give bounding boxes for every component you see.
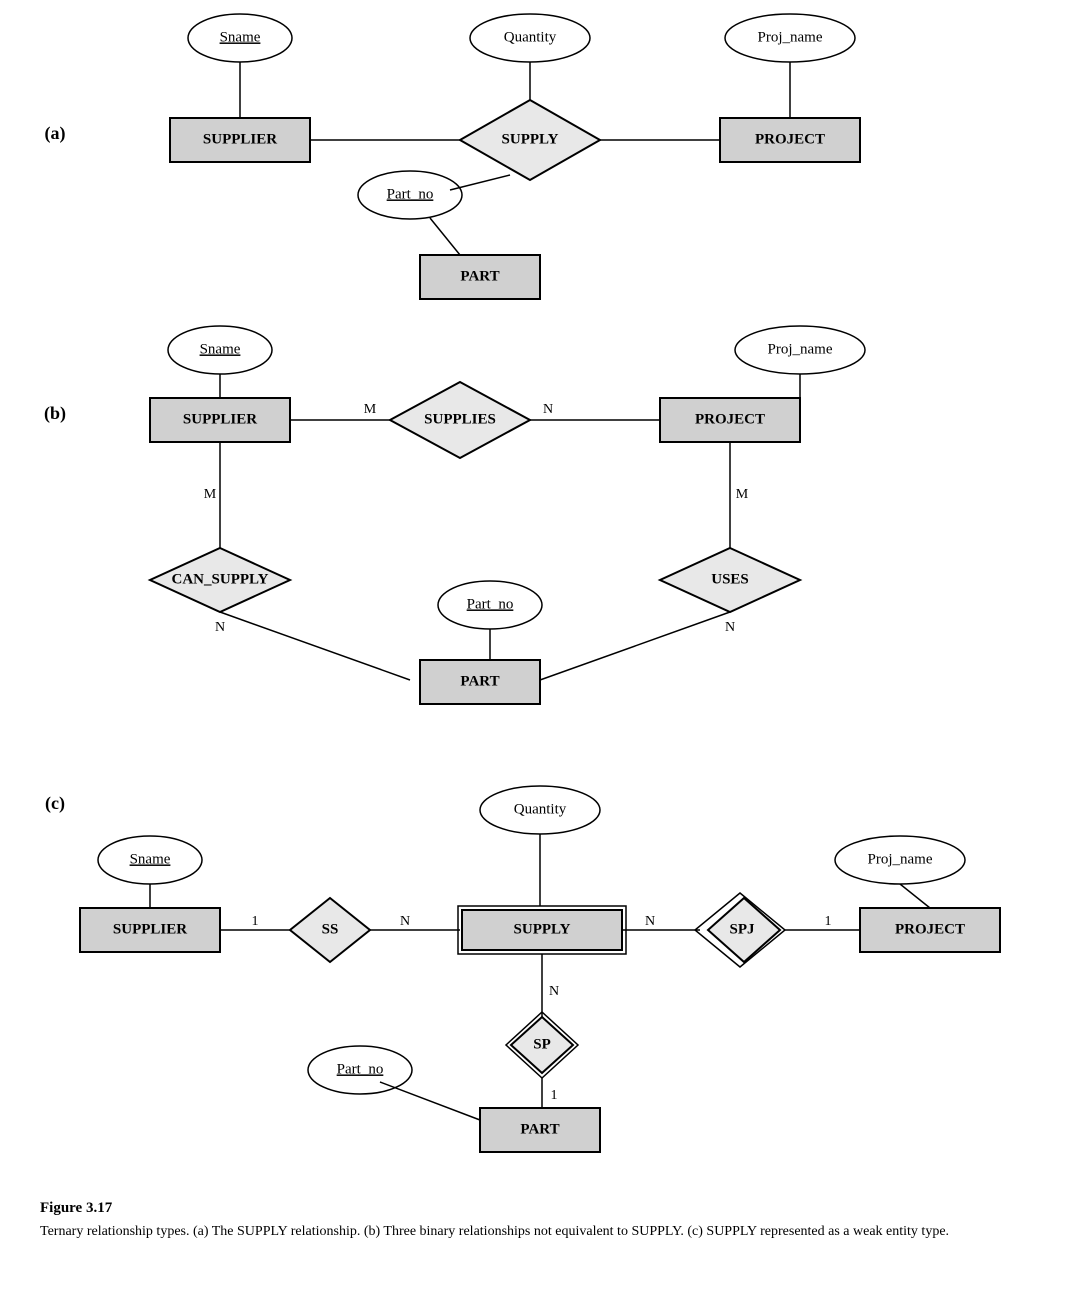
card-n-uses: N — [725, 620, 735, 635]
entity-supplier-a-text: SUPPLIER — [203, 131, 277, 147]
caption-area: Figure 3.17 Ternary relationship types. … — [0, 1190, 1080, 1262]
entity-supplier-c-text: SUPPLIER — [113, 921, 187, 937]
attr-quantity-c-text: Quantity — [514, 801, 567, 817]
label-c: (c) — [45, 793, 65, 814]
entity-part-c-text: PART — [520, 1121, 559, 1137]
attr-sname-c-text: Sname — [130, 851, 171, 867]
relation-sp-c-text: SP — [533, 1036, 551, 1052]
attr-projname-b-text: Proj_name — [768, 341, 833, 357]
relation-uses-b-text: USES — [711, 571, 749, 587]
line-partno-part-c — [380, 1082, 480, 1120]
line-projname-project-c — [900, 884, 930, 908]
line-cansupply-part — [220, 612, 410, 680]
line-partno-part — [430, 218, 460, 255]
entity-project-a-text: PROJECT — [755, 131, 825, 147]
attr-partno-c-text: Part_no — [337, 1061, 384, 1077]
entity-supply-c-text: SUPPLY — [514, 921, 571, 937]
card-n-spj: N — [645, 914, 655, 929]
label-a: (a) — [45, 123, 66, 144]
relation-supply-a-text: SUPPLY — [502, 131, 559, 147]
attr-projname-a-text: Proj_name — [758, 29, 823, 45]
card-n-cansupply: N — [215, 620, 225, 635]
relation-cansupply-b-text: CAN_SUPPLY — [172, 571, 269, 587]
card-n-supplies: N — [543, 402, 553, 417]
caption-title: Figure 3.17 — [40, 1200, 1040, 1217]
card-n-ss: N — [400, 914, 410, 929]
card-1-spj: 1 — [825, 914, 832, 929]
entity-project-b-text: PROJECT — [695, 411, 765, 427]
card-n-sp: N — [549, 984, 559, 999]
attr-sname-a-text: Sname — [220, 29, 261, 45]
relation-spj-c-text: SPJ — [729, 921, 755, 937]
card-m-cansupply: M — [204, 487, 217, 502]
label-b: (b) — [44, 403, 66, 424]
card-m-supplies: M — [364, 402, 377, 417]
entity-supplier-b-text: SUPPLIER — [183, 411, 257, 427]
attr-quantity-a-text: Quantity — [504, 29, 557, 45]
line-uses-part — [540, 612, 730, 680]
relation-supplies-b-text: SUPPLIES — [424, 411, 496, 427]
entity-part-b-text: PART — [460, 673, 499, 689]
entity-part-a-text: PART — [460, 268, 499, 284]
relation-ss-c-text: SS — [322, 921, 339, 937]
card-m-uses: M — [736, 487, 749, 502]
caption-text: Ternary relationship types. (a) The SUPP… — [40, 1221, 1040, 1242]
card-1-sp: 1 — [551, 1088, 558, 1103]
entity-project-c-text: PROJECT — [895, 921, 965, 937]
card-1-ss: 1 — [252, 914, 259, 929]
attr-projname-c-text: Proj_name — [868, 851, 933, 867]
attr-partno-b-text: Part_no — [467, 596, 514, 612]
attr-sname-b-text: Sname — [200, 341, 241, 357]
attr-partno-a-text: Part_no — [387, 186, 434, 202]
line-supply-partno — [450, 175, 510, 190]
